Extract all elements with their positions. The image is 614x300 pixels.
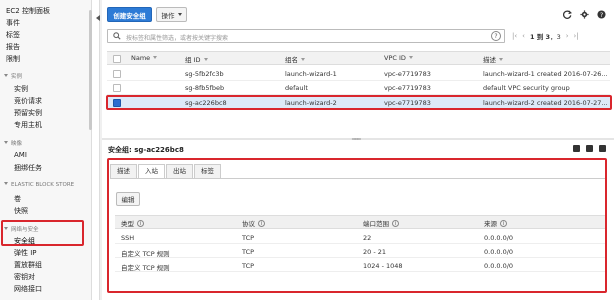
- vpc-id-cell: vpc-e7719783: [384, 84, 431, 92]
- collapse-triangle-icon: [4, 141, 8, 144]
- actions-dropdown[interactable]: 操作: [156, 7, 187, 22]
- annotation-highlight-sidebar: [1, 220, 84, 246]
- sidebar-item-reserved-instances[interactable]: 预留实例: [14, 108, 42, 118]
- gear-icon[interactable]: [580, 10, 589, 22]
- sidebar-item-elastic-ips[interactable]: 弹性 IP: [14, 248, 37, 258]
- column-label: 组名: [285, 56, 298, 64]
- group-id-cell: sg-8fb5fbeb: [185, 84, 225, 92]
- svg-text:?: ?: [600, 12, 603, 19]
- column-label: Name: [131, 54, 151, 62]
- next-page-icon[interactable]: ›: [566, 32, 569, 40]
- detail-title: 安全组: sg-ac226bc8: [108, 146, 184, 154]
- sidebar-item-spot-requests[interactable]: 竞价请求: [14, 96, 42, 106]
- sidebar-item-bundle-tasks[interactable]: 捆绑任务: [14, 163, 42, 173]
- pagination: |‹ ‹ 1 到 3，3 › ›|: [512, 31, 579, 41]
- collapse-triangle-icon: [4, 182, 8, 185]
- help-icon[interactable]: ?: [597, 10, 606, 22]
- sidebar-divider[interactable]: [99, 0, 102, 300]
- sidebar-item-events[interactable]: 事件: [6, 18, 20, 28]
- collapse-sidebar-icon[interactable]: [96, 15, 100, 21]
- page-range: 1 到 3，3: [530, 31, 561, 41]
- sidebar-section-images[interactable]: 映像: [4, 139, 22, 147]
- search-icon: [113, 32, 121, 42]
- group-name-cell: launch-wizard-1: [285, 70, 337, 78]
- annotation-highlight-selected-row: [106, 95, 612, 110]
- page-range-value: 1 到 3: [529, 33, 551, 41]
- toolbar-icons: ?: [562, 10, 606, 22]
- group-name-cell: default: [285, 84, 308, 92]
- sidebar-item-tags[interactable]: 标签: [6, 30, 20, 40]
- sidebar-section-label: ELASTIC BLOCK STORE: [11, 182, 75, 188]
- layout-full-icon[interactable]: [599, 145, 606, 152]
- search-placeholder: 按标签和属性筛选，或者按关键字搜索: [126, 35, 229, 42]
- filter-search-box[interactable]: 按标签和属性筛选，或者按关键字搜索 ?: [107, 29, 505, 43]
- refresh-icon[interactable]: [562, 10, 572, 22]
- sort-icon: [499, 58, 503, 61]
- column-label: VPC ID: [384, 54, 406, 62]
- previous-page-icon[interactable]: ‹: [522, 32, 525, 40]
- sidebar-item-key-pairs[interactable]: 密钥对: [14, 272, 35, 282]
- sidebar-scrollbar[interactable]: [89, 10, 92, 130]
- row-checkbox[interactable]: [113, 84, 121, 92]
- sort-icon: [408, 56, 413, 59]
- column-label: 组 ID: [185, 56, 201, 64]
- sort-icon: [203, 58, 208, 61]
- column-header-description[interactable]: 描述: [483, 54, 503, 64]
- sidebar-item-dedicated-hosts[interactable]: 专用主机: [14, 120, 42, 130]
- sidebar-item-dashboard[interactable]: EC2 控制面板: [6, 6, 50, 16]
- sidebar-item-network-interfaces[interactable]: 网络接口: [14, 284, 42, 294]
- sidebar-section-label: 实例: [11, 74, 23, 80]
- sidebar: EC2 控制面板 事件 标签 报告 限制 实例 实例 竞价请求 预留实例 专用主…: [0, 0, 92, 300]
- description-cell: default VPC security group: [483, 84, 570, 92]
- sidebar-section-label: 映像: [11, 141, 23, 147]
- sort-icon: [301, 58, 305, 61]
- column-header-vpc-id[interactable]: VPC ID: [384, 54, 413, 62]
- drag-handle-icon[interactable]: ═══: [352, 136, 361, 143]
- first-page-icon[interactable]: |‹: [512, 32, 517, 40]
- select-all-checkbox[interactable]: [113, 55, 121, 63]
- chevron-down-icon: [177, 13, 182, 16]
- vpc-id-cell: vpc-e7719783: [384, 70, 431, 78]
- column-header-group-id[interactable]: 组 ID: [185, 54, 208, 64]
- sidebar-item-placement-groups[interactable]: 置放群组: [14, 260, 42, 270]
- column-label: 描述: [483, 56, 496, 64]
- sidebar-item-limits[interactable]: 限制: [6, 54, 20, 64]
- sort-icon: [153, 56, 158, 59]
- table-row[interactable]: sg-5fb2fc3b launch-wizard-1 vpc-e7719783…: [107, 67, 610, 81]
- column-header-group-name[interactable]: 组名: [285, 54, 305, 64]
- last-page-icon[interactable]: ›|: [574, 32, 579, 40]
- collapse-triangle-icon: [4, 74, 8, 77]
- actions-label: 操作: [161, 11, 175, 20]
- sidebar-item-ami[interactable]: AMI: [14, 151, 27, 159]
- sidebar-item-volumes[interactable]: 卷: [14, 194, 21, 204]
- table-header: Name 组 ID 组名 VPC ID 描述: [107, 51, 610, 65]
- sidebar-item-instances[interactable]: 实例: [14, 84, 28, 94]
- sidebar-section-instances[interactable]: 实例: [4, 72, 22, 80]
- table-row[interactable]: sg-8fb5fbeb default vpc-e7719783 default…: [107, 81, 610, 95]
- sidebar-section-ebs[interactable]: ELASTIC BLOCK STORE: [4, 182, 74, 188]
- layout-split-icon[interactable]: [573, 145, 580, 152]
- row-checkbox[interactable]: [113, 70, 121, 78]
- annotation-highlight-detail: [107, 158, 607, 293]
- column-header-name[interactable]: Name: [131, 54, 158, 62]
- sidebar-item-reports[interactable]: 报告: [6, 42, 20, 52]
- sidebar-item-snapshots[interactable]: 快照: [14, 206, 28, 216]
- help-circle-icon[interactable]: ?: [491, 31, 501, 41]
- page-total-prefix: ，3: [550, 33, 561, 41]
- group-id-cell: sg-5fb2fc3b: [185, 70, 224, 78]
- layout-bottom-icon[interactable]: [586, 145, 593, 152]
- create-security-group-button[interactable]: 创建安全组: [107, 7, 152, 22]
- detail-layout-icons: [573, 145, 606, 152]
- description-cell: launch-wizard-1 created 2016-07-26...: [483, 70, 608, 78]
